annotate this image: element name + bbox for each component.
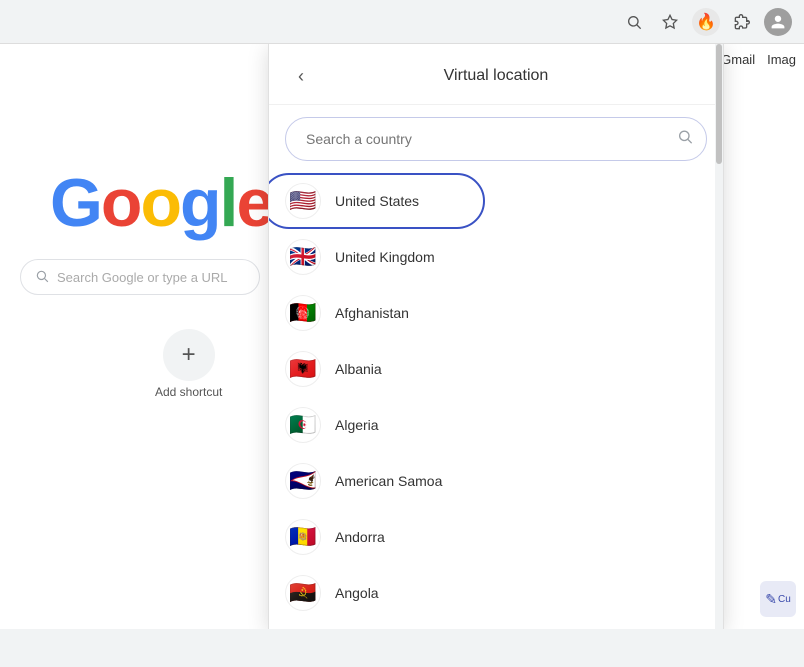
add-shortcut-label: Add shortcut xyxy=(155,385,222,399)
flag-al: 🇦🇱 xyxy=(285,351,321,387)
country-item-ai[interactable]: 🇦🇮 Anguilla xyxy=(269,621,723,629)
gmail-link-right[interactable]: Gmail xyxy=(721,52,755,67)
star-icon[interactable] xyxy=(656,8,684,36)
google-search-bar[interactable]: Search Google or type a URL xyxy=(20,259,260,295)
scrollbar-thumb[interactable] xyxy=(716,44,722,164)
country-search-input[interactable] xyxy=(285,117,707,161)
flag-as: 🇦🇸 xyxy=(285,463,321,499)
flag-af: 🇦🇫 xyxy=(285,295,321,331)
country-item-ao[interactable]: 🇦🇴 Angola xyxy=(269,565,723,621)
flag-us: 🇺🇸 xyxy=(285,183,321,219)
add-icon: + xyxy=(182,341,196,369)
country-name-uk: United Kingdom xyxy=(335,249,435,265)
google-search-placeholder: Search Google or type a URL xyxy=(57,270,228,285)
country-item-uk[interactable]: 🇬🇧 United Kingdom xyxy=(269,229,723,285)
cu-label: Cu xyxy=(778,594,791,605)
country-item-dz[interactable]: 🇩🇿 Algeria xyxy=(269,397,723,453)
flag-dz: 🇩🇿 xyxy=(285,407,321,443)
images-link-right[interactable]: Imag xyxy=(767,52,796,67)
popup-header: ‹ Virtual location xyxy=(269,44,723,105)
flag-ad: 🇦🇩 xyxy=(285,519,321,555)
browser-toolbar: 🔥 xyxy=(0,0,804,44)
country-item-al[interactable]: 🇦🇱 Albania xyxy=(269,341,723,397)
puzzle-icon[interactable] xyxy=(728,8,756,36)
page-content: Gmail Images Google Search Google or typ… xyxy=(0,44,804,629)
add-shortcut-circle: + xyxy=(163,329,215,381)
flag-ao: 🇦🇴 xyxy=(285,575,321,611)
google-logo: Google xyxy=(50,164,272,242)
back-button[interactable]: ‹ xyxy=(285,60,317,92)
country-name-ao: Angola xyxy=(335,585,379,601)
flag-uk: 🇬🇧 xyxy=(285,239,321,275)
country-name-al: Albania xyxy=(335,361,382,377)
fire-extension-icon[interactable]: 🔥 xyxy=(692,8,720,36)
right-top-links: Gmail Imag xyxy=(721,52,796,67)
country-item-ad[interactable]: 🇦🇩 Andorra xyxy=(269,509,723,565)
edit-icon: ✎ xyxy=(765,591,777,608)
search-container xyxy=(269,105,723,173)
search-icon-in-input xyxy=(677,129,693,150)
popup-scrollbar[interactable] xyxy=(715,44,723,629)
country-name-ad: Andorra xyxy=(335,529,385,545)
search-browser-icon[interactable] xyxy=(620,8,648,36)
right-side-area: Gmail Imag ✎ Cu xyxy=(724,44,804,629)
country-item-as[interactable]: 🇦🇸 American Samoa xyxy=(269,453,723,509)
country-name-as: American Samoa xyxy=(335,473,442,489)
add-shortcut-button[interactable]: + Add shortcut xyxy=(155,329,222,399)
search-icon-small xyxy=(35,269,49,286)
country-item-us[interactable]: 🇺🇸 United States xyxy=(269,173,723,229)
user-avatar-icon[interactable] xyxy=(764,8,792,36)
edit-icon-corner[interactable]: ✎ Cu xyxy=(760,581,796,617)
search-input-wrapper xyxy=(285,117,707,161)
country-item-af[interactable]: 🇦🇫 Afghanistan xyxy=(269,285,723,341)
country-name-dz: Algeria xyxy=(335,417,379,433)
country-name-us: United States xyxy=(335,193,419,209)
popup-title: Virtual location xyxy=(444,67,549,85)
country-list: 🇺🇸 United States 🇬🇧 United Kingdom 🇦🇫 Af… xyxy=(269,173,723,629)
country-name-af: Afghanistan xyxy=(335,305,409,321)
virtual-location-panel: ‹ Virtual location 🇺🇸 United States xyxy=(268,44,724,629)
